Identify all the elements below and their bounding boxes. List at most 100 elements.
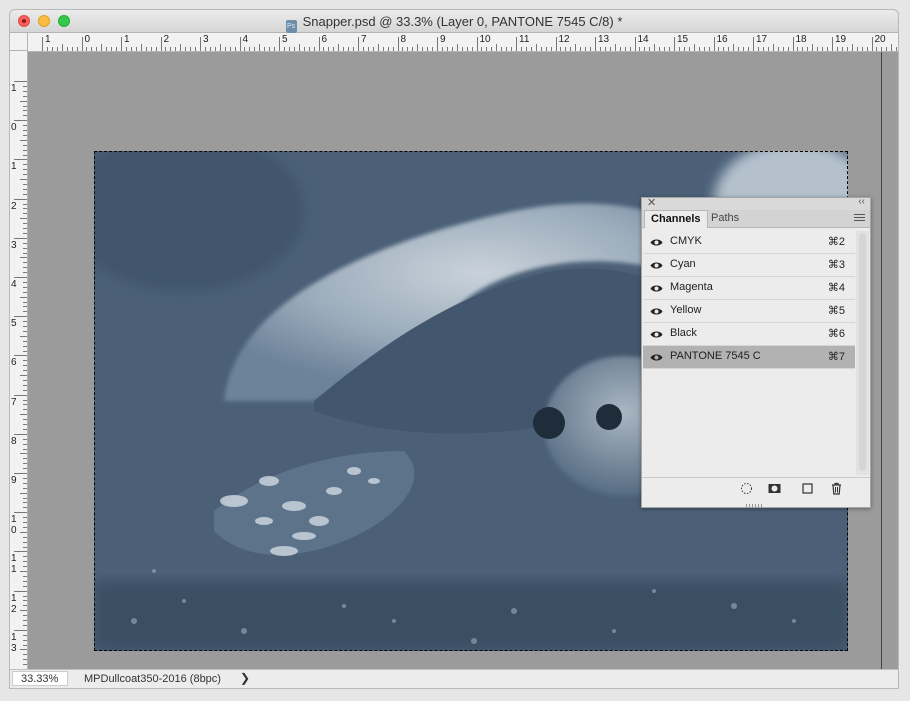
channel-row-magenta[interactable]: Magenta ⌘4 [643,277,855,300]
ruler-minor-tick [23,654,27,656]
visibility-eye-icon[interactable] [650,284,663,293]
load-channel-as-selection-icon[interactable] [740,482,753,495]
ruler-minor-tick [135,47,137,51]
ruler-minor-tick [599,47,601,51]
ruler-minor-tick [298,44,300,51]
ruler-minor-tick [23,556,27,558]
ruler-label: 11 [519,34,530,45]
ruler-label: 9 [11,475,17,486]
new-channel-icon[interactable] [801,482,814,495]
vertical-ruler[interactable]: 101234567891 01 11 21 3 [10,51,28,669]
ruler-minor-tick [836,47,838,51]
ruler-minor-tick [822,47,824,51]
save-selection-as-channel-icon[interactable] [768,482,781,495]
ruler-major-tick [14,277,27,278]
ruler-minor-tick [23,541,27,543]
ruler-minor-tick [639,47,641,51]
ruler-major-tick [14,159,27,161]
ruler-label: 6 [11,357,17,369]
ruler-minor-tick [23,174,27,176]
ruler-minor-tick [688,47,690,51]
ruler-major-tick [674,37,675,51]
ruler-minor-tick [511,47,513,51]
ruler-minor-tick [165,47,167,51]
ruler-label: 1 2 [11,592,17,615]
ruler-minor-tick [116,47,118,51]
ruler-minor-tick [827,47,829,51]
ruler-label: 7 [361,34,367,45]
ruler-major-tick [555,37,557,51]
ruler-minor-tick [348,47,350,51]
ruler-minor-tick [23,350,27,352]
ruler-minor-tick [723,47,725,51]
visibility-eye-icon[interactable] [650,238,663,247]
collapse-panel-icon[interactable]: ‹‹ [858,196,865,207]
channel-row-black[interactable]: Black ⌘6 [643,323,855,346]
ruler-label: 1 [11,83,17,94]
channel-name: Black [670,327,697,339]
delete-channel-icon[interactable] [830,482,843,495]
ruler-minor-tick [254,47,256,51]
ruler-minor-tick [343,47,345,51]
ruler-minor-tick [466,47,468,51]
ruler-minor-tick [61,44,63,51]
ruler-minor-tick [23,424,27,425]
visibility-eye-icon[interactable] [650,261,663,270]
ruler-minor-tick [23,164,27,166]
ruler-minor-tick [249,47,251,51]
ruler-major-tick [81,37,83,51]
channel-row-cyan[interactable]: Cyan ⌘3 [643,254,855,277]
tab-channels[interactable]: Channels [644,210,708,228]
ruler-label: 10 [479,34,491,45]
zoom-level-field[interactable]: 33.33% [12,671,68,686]
title-bar[interactable]: Ps Snapper.psd @ 33.3% (Layer 0, PANTONE … [10,10,898,33]
channel-row-pantone[interactable]: PANTONE 7545 C ⌘7 [643,346,855,369]
ruler-minor-tick [446,47,448,51]
ruler-major-tick [14,433,27,435]
ruler-minor-tick [23,458,27,460]
panel-menu-icon[interactable] [854,214,865,223]
ruler-label: 19 [835,34,847,45]
ruler-minor-tick [772,44,774,51]
horizontal-ruler[interactable]: 1 0 1 2 3 4 5 6 7 8 9 10 11 12 13 14 15 16 17 18 19 20 [28,33,898,52]
ruler-minor-tick [659,47,661,51]
ruler-minor-tick [491,47,493,51]
ruler-minor-tick [649,47,651,51]
ruler-label: 5 [11,318,17,330]
ruler-minor-tick [23,330,27,332]
ruler-minor-tick [185,47,187,51]
ruler-minor-tick [520,47,522,51]
ruler-major-tick [634,37,636,51]
ruler-minor-tick [23,384,27,386]
ruler-label: 18 [795,34,807,45]
ruler-minor-tick [757,47,759,51]
channel-list-scrollbar[interactable] [856,231,869,475]
channel-shortcut: ⌘3 [827,259,845,271]
ruler-minor-tick [23,223,27,225]
ruler-minor-tick [23,536,27,538]
ruler-minor-tick [891,44,893,51]
ruler-label: 1 [11,161,17,173]
ruler-minor-tick [718,47,720,51]
channel-row-yellow[interactable]: Yellow ⌘5 [643,300,855,323]
channel-row-cmyk[interactable]: CMYK ⌘2 [643,231,855,254]
visibility-eye-icon[interactable] [650,353,663,362]
close-panel-icon[interactable]: ✕ [647,196,656,209]
vertical-scrollbar[interactable] [881,52,898,669]
visibility-eye-icon[interactable] [650,330,663,339]
ruler-minor-tick [481,47,483,51]
ruler-minor-tick [23,345,27,347]
status-menu-chevron-icon[interactable]: ❯ [240,671,250,685]
scrollbar-thumb[interactable] [859,233,866,471]
visibility-eye-icon[interactable] [650,307,663,316]
ruler-minor-tick [293,47,295,51]
tab-paths[interactable]: Paths [705,210,745,227]
ruler-label: 4 [242,34,249,45]
ruler-minor-tick [23,634,27,636]
panel-resize-grip[interactable] [746,495,766,508]
ruler-origin[interactable] [10,33,28,51]
ruler-minor-tick [125,47,127,51]
ruler-minor-tick [23,585,27,587]
ruler-minor-tick [23,340,27,342]
panel-header[interactable]: ✕ ‹‹ [642,196,870,210]
